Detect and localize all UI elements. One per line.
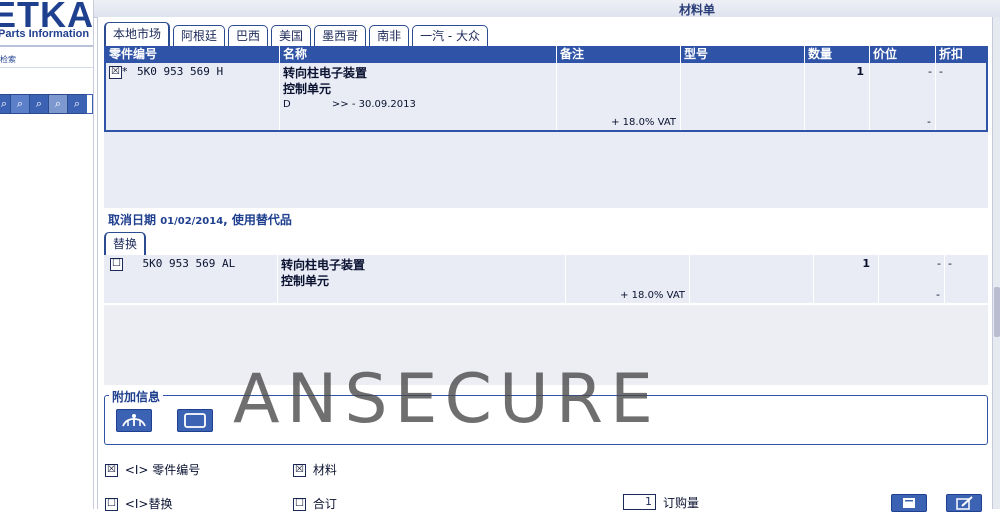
replacement-price-sub: -: [936, 288, 940, 301]
part-number: 5K0 953 569 H: [137, 65, 224, 78]
tab-brazil[interactable]: 巴西: [228, 25, 269, 46]
search-label: 检索: [0, 55, 16, 64]
tab-usa[interactable]: 美国: [271, 25, 312, 46]
replacement-part-number: 5K0 953 569 AL: [142, 257, 236, 270]
edit-button[interactable]: [946, 494, 982, 512]
scroll-arrow-icon[interactable]: [86, 94, 93, 114]
col-price: 价位: [870, 46, 936, 63]
option-contract[interactable]: ☐ 合订: [293, 495, 337, 512]
quantity: 1: [805, 63, 870, 130]
table-row[interactable]: ☐ 5K0 953 569 AL 转向柱电子装置 控制单元 + 18.0% VA…: [104, 255, 988, 303]
replacement-subname: 控制单元: [281, 274, 330, 288]
divider: [0, 67, 93, 68]
window-titlebar: [94, 0, 1000, 18]
price: -: [928, 65, 932, 78]
part-number-checkbox[interactable]: ☒: [105, 464, 118, 477]
left-pane: ETKA Parts Information 检索 ⌕ ⌕ ⌕ ⌕ ⌕: [0, 0, 94, 509]
order-quantity-label: 订购量: [663, 496, 700, 510]
row-star: *: [122, 65, 128, 78]
option-part-number[interactable]: ☒ <I> 零件编号: [105, 461, 200, 478]
part-subname: 控制单元: [283, 82, 332, 96]
col-discount: 折扣: [939, 47, 964, 61]
window-title: 材料单: [679, 3, 716, 17]
date-range: >> - 30.09.2013: [331, 99, 416, 110]
part-number-option-label: <I> 零件编号: [124, 463, 201, 477]
additional-info-legend: 附加信息: [109, 388, 164, 405]
col-remark: 备注: [557, 46, 681, 63]
material-option-label: 材料: [312, 463, 337, 477]
vat-note: + 18.0% VAT: [611, 117, 676, 128]
watermark: ANSECURE: [233, 360, 660, 439]
tab-south-africa[interactable]: 南非: [369, 25, 410, 46]
replacement-qty: 1: [814, 255, 879, 303]
part-code: D: [283, 99, 291, 110]
zoom-fit-icon[interactable]: ⌕: [29, 94, 49, 114]
option-material[interactable]: ☒ 材料: [293, 461, 337, 478]
col-qty: 数量: [805, 46, 870, 63]
market-tabs: 本地市场 阿根廷 巴西 美国 墨西哥 南非 一汽 - 大众: [104, 22, 489, 46]
tree-view-button[interactable]: [116, 409, 152, 432]
part-name: 转向柱电子装置: [283, 66, 368, 80]
cancel-notice: 取消日期 01/02/2014, 使用替代品: [108, 213, 292, 227]
book-icon: [184, 413, 206, 428]
tab-faw-vw[interactable]: 一汽 - 大众: [412, 25, 489, 46]
book-button[interactable]: [177, 409, 213, 432]
replacement-table: ☐ 5K0 953 569 AL 转向柱电子装置 控制单元 + 18.0% VA…: [104, 255, 988, 307]
zoom-range-icon[interactable]: ⌕: [48, 94, 68, 114]
replacement-tabs: 替换: [104, 232, 147, 256]
tab-local-market[interactable]: 本地市场: [104, 22, 171, 46]
hierarchy-icon: [122, 414, 146, 427]
table-header: 零件编号 名称 备注 型号 数量 价位 折扣: [106, 46, 986, 63]
price-sub: -: [927, 115, 931, 128]
replacement-name: 转向柱电子装置: [281, 258, 366, 272]
replacement-vat: + 18.0% VAT: [620, 290, 685, 301]
table-row[interactable]: ☒ * 5K0 953 569 H 转向柱电子装置 控制单元 D >> - 30.…: [106, 63, 986, 130]
parts-table: 零件编号 名称 备注 型号 数量 价位 折扣 ☒ * 5K0 953 569 H …: [104, 46, 988, 132]
row-checkbox[interactable]: ☒: [109, 65, 122, 79]
replacement-checkbox[interactable]: ☐: [110, 257, 123, 271]
table-empty-area: [104, 132, 988, 208]
col-name: 名称: [280, 46, 557, 63]
scrollbar-thumb[interactable]: [994, 287, 1000, 337]
option-replace[interactable]: ☐ <I>替换: [105, 495, 172, 512]
contract-checkbox[interactable]: ☐: [293, 498, 306, 511]
print-button[interactable]: [891, 494, 927, 512]
divider: [0, 45, 93, 47]
logo-subtitle: Parts Information: [0, 28, 90, 40]
order-quantity-input[interactable]: 1: [623, 494, 656, 510]
tab-mexico[interactable]: 墨西哥: [314, 25, 367, 46]
replacement-price: -: [937, 257, 941, 270]
discount: -: [939, 65, 943, 78]
col-model: 型号: [681, 46, 805, 63]
search-icon[interactable]: ⌕: [67, 94, 87, 114]
replace-checkbox[interactable]: ☐: [105, 498, 118, 511]
material-checkbox[interactable]: ☒: [293, 464, 306, 477]
replacement-discount: -: [948, 257, 952, 270]
col-part-number: 零件编号: [106, 46, 280, 63]
tab-argentina[interactable]: 阿根廷: [173, 25, 226, 46]
tab-replacement[interactable]: 替换: [104, 232, 147, 256]
zoom-out-icon[interactable]: ⌕: [10, 94, 30, 114]
scrollbar[interactable]: [992, 17, 1000, 509]
